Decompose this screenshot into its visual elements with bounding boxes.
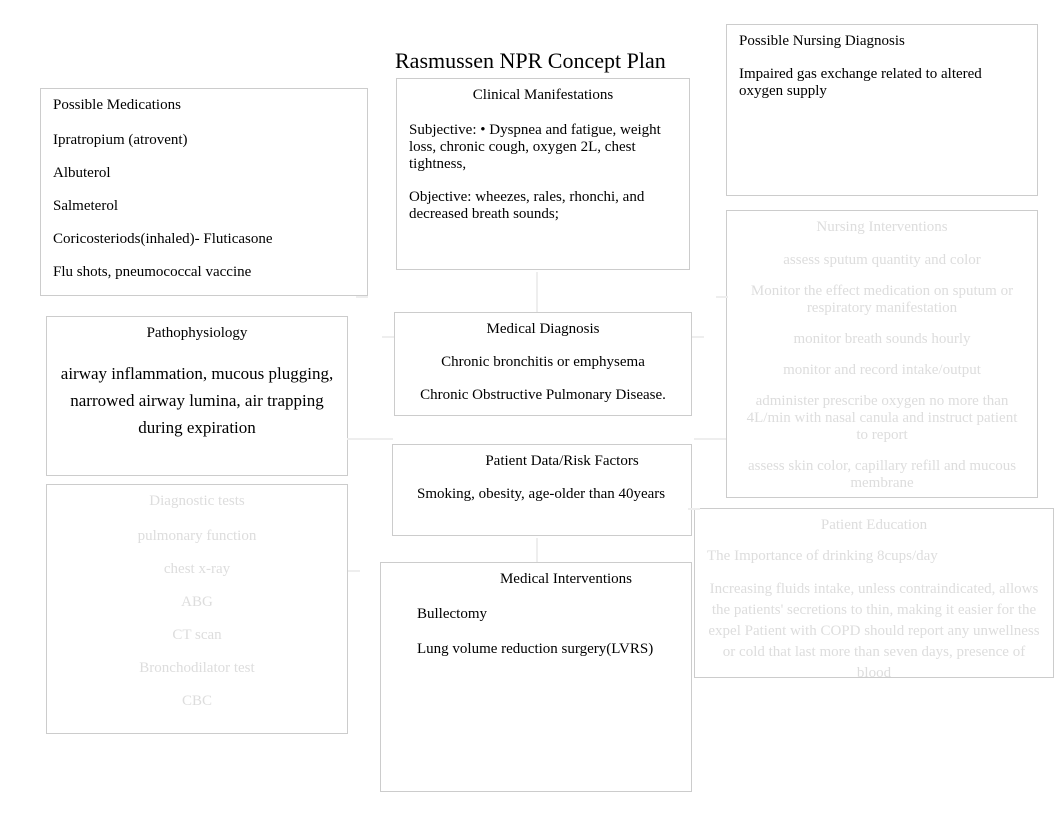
nursing-diagnosis-heading: Possible Nursing Diagnosis xyxy=(739,33,1025,50)
pathophysiology-heading: Pathophysiology xyxy=(59,325,335,342)
patient-education-text: Increasing fluids intake, unless contrai… xyxy=(707,579,1041,684)
risk-factors-heading: Patient Data/Risk Factors xyxy=(445,453,679,470)
risk-factors-text: Smoking, obesity, age-older than 40years xyxy=(417,486,679,503)
connector xyxy=(694,438,726,440)
connector xyxy=(688,508,700,510)
medication-item: Salmeterol xyxy=(53,198,355,215)
nursing-diagnosis-text: Impaired gas exchange related to altered… xyxy=(739,66,1025,100)
connector xyxy=(536,272,538,312)
pathophysiology-text: airway inflammation, mucous plugging, na… xyxy=(59,360,335,442)
clinical-subjective: Subjective: • Dyspnea and fatigue, weigh… xyxy=(409,122,677,173)
box-medical-diagnosis: Medical Diagnosis Chronic bronchitis or … xyxy=(394,312,692,416)
diagnostic-test-item: CBC xyxy=(59,693,335,710)
clinical-heading: Clinical Manifestations xyxy=(409,87,677,104)
nursing-intervention-item: monitor breath sounds hourly xyxy=(739,331,1025,348)
page-title: Rasmussen NPR Concept Plan xyxy=(395,48,666,74)
medical-interventions-heading: Medical Interventions xyxy=(453,571,679,588)
connector xyxy=(356,296,368,298)
box-clinical-manifestations: Clinical Manifestations Subjective: • Dy… xyxy=(396,78,690,270)
connector xyxy=(692,336,704,338)
box-pathophysiology: Pathophysiology airway inflammation, muc… xyxy=(46,316,348,476)
connector xyxy=(382,336,394,338)
medication-item: Coricosteriods(inhaled)- Fluticasone xyxy=(53,231,355,248)
connector xyxy=(536,538,538,562)
medication-item: Albuterol xyxy=(53,165,355,182)
medical-intervention-item: Lung volume reduction surgery(LVRS) xyxy=(417,641,679,658)
diagnostic-test-item: Bronchodilator test xyxy=(59,660,335,677)
medications-heading: Possible Medications xyxy=(53,97,355,114)
box-medications: Possible Medications Ipratropium (atrove… xyxy=(40,88,368,296)
box-risk-factors: Patient Data/Risk Factors Smoking, obesi… xyxy=(392,444,692,536)
nursing-interventions-heading: Nursing Interventions xyxy=(739,219,1025,236)
medical-diagnosis-item: Chronic bronchitis or emphysema xyxy=(407,354,679,371)
diagnostic-tests-heading: Diagnostic tests xyxy=(59,493,335,510)
nursing-intervention-item: monitor and record intake/output xyxy=(739,362,1025,379)
medication-item: Flu shots, pneumococcal vaccine xyxy=(53,264,355,281)
diagnostic-test-item: pulmonary function xyxy=(59,528,335,545)
nursing-intervention-item: assess sputum quantity and color xyxy=(739,252,1025,269)
clinical-objective: Objective: wheezes, rales, rhonchi, and … xyxy=(409,189,677,223)
medical-diagnosis-item: Chronic Obstructive Pulmonary Disease. xyxy=(407,387,679,404)
nursing-intervention-item: assess skin color, capillary refill and … xyxy=(739,458,1025,492)
medical-diagnosis-heading: Medical Diagnosis xyxy=(407,321,679,338)
patient-education-item: The Importance of drinking 8cups/day xyxy=(707,548,1041,565)
nursing-intervention-item: Monitor the effect medication on sputum … xyxy=(739,283,1025,317)
box-nursing-diagnosis: Possible Nursing Diagnosis Impaired gas … xyxy=(726,24,1038,196)
nursing-intervention-item: administer prescribe oxygen no more than… xyxy=(739,393,1025,444)
diagnostic-test-item: chest x-ray xyxy=(59,561,335,578)
connector xyxy=(347,438,393,440)
box-diagnostic-tests: Diagnostic tests pulmonary function ches… xyxy=(46,484,348,734)
connector xyxy=(348,570,360,572)
diagnostic-test-item: CT scan xyxy=(59,627,335,644)
medical-intervention-item: Bullectomy xyxy=(417,606,679,623)
diagnostic-test-item: ABG xyxy=(59,594,335,611)
box-patient-education: Patient Education The Importance of drin… xyxy=(694,508,1054,678)
medication-item: Ipratropium (atrovent) xyxy=(53,132,355,149)
connector xyxy=(716,296,728,298)
patient-education-heading: Patient Education xyxy=(707,517,1041,534)
box-medical-interventions: Medical Interventions Bullectomy Lung vo… xyxy=(380,562,692,792)
box-nursing-interventions: Nursing Interventions assess sputum quan… xyxy=(726,210,1038,498)
